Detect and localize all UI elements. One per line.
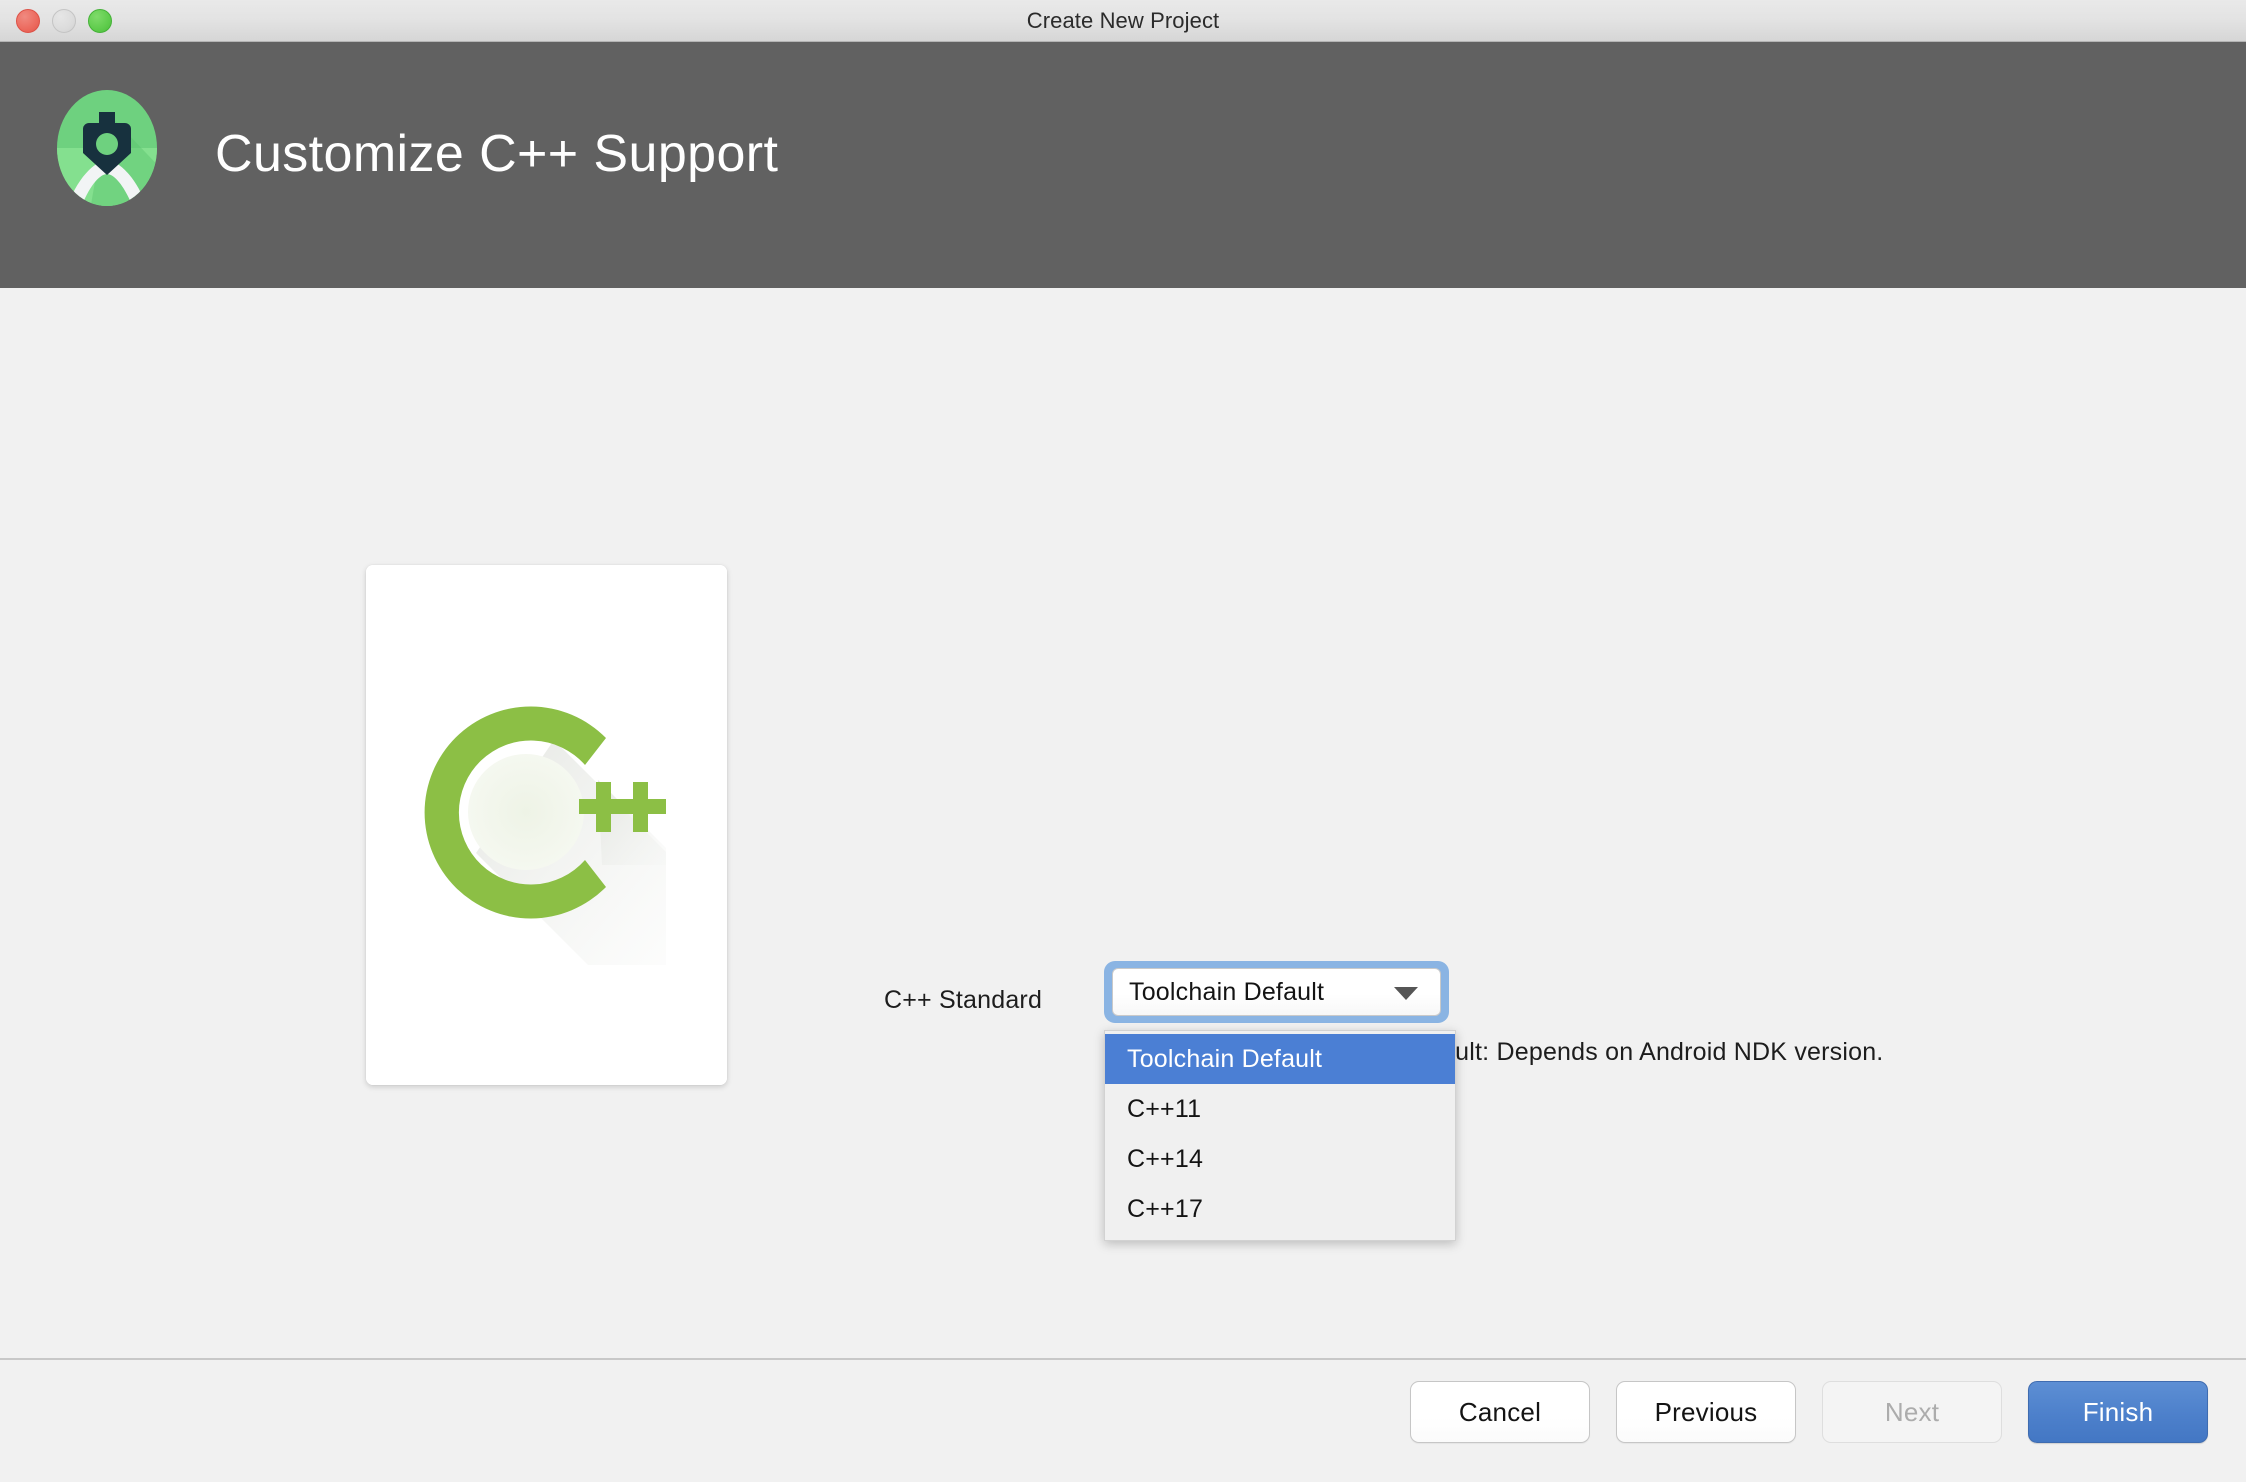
wizard-body: C++ Standard Toolchain Default: Depends … [0, 288, 2246, 1358]
cpp-standard-combobox[interactable]: Toolchain Default [1104, 961, 1449, 1023]
finish-button[interactable]: Finish [2028, 1381, 2208, 1443]
android-studio-logo [48, 82, 166, 222]
dropdown-option-cpp17[interactable]: C++17 [1105, 1184, 1455, 1234]
cpp-standard-dropdown-list[interactable]: Toolchain Default C++11 C++14 C++17 [1104, 1030, 1456, 1241]
cancel-button[interactable]: Cancel [1410, 1381, 1590, 1443]
title-bar: Create New Project [0, 0, 2246, 42]
window-title: Create New Project [1026, 8, 1220, 33]
wizard-header: Customize C++ Support [0, 42, 2246, 288]
cpp-standard-row: C++ Standard [884, 972, 1042, 1028]
dropdown-option-cpp11[interactable]: C++11 [1105, 1084, 1455, 1134]
combobox-selected-value: Toolchain Default [1129, 978, 1325, 1006]
next-button: Next [1822, 1381, 2002, 1443]
combobox-field[interactable]: Toolchain Default [1112, 968, 1441, 1016]
cpp-standard-label: C++ Standard [884, 985, 1043, 1014]
previous-button[interactable]: Previous [1616, 1381, 1796, 1443]
create-new-project-window: Create New Project Customize C++ Support… [0, 0, 2246, 1482]
dropdown-option-toolchain-default[interactable]: Toolchain Default [1105, 1034, 1455, 1084]
footer-button-bar: Cancel Previous Next Finish [1410, 1381, 2208, 1443]
chevron-down-icon[interactable] [1394, 987, 1418, 1000]
cpp-logo-icon [366, 565, 727, 1085]
page-title: Customize C++ Support [215, 125, 779, 183]
wizard-footer: Cancel Previous Next Finish [0, 1358, 2246, 1482]
cpp-illustration-card [366, 565, 727, 1085]
dropdown-option-cpp14[interactable]: C++14 [1105, 1134, 1455, 1184]
